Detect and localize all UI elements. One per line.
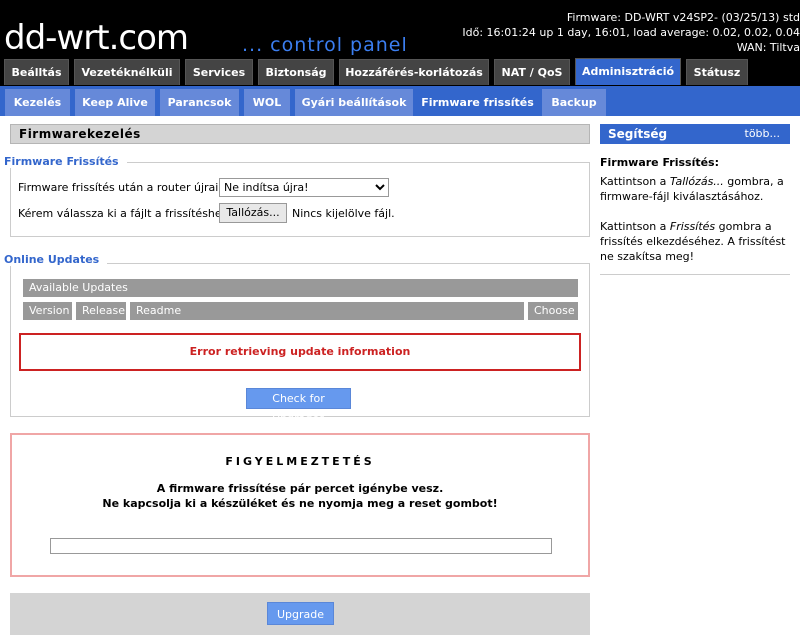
warning-box: FIGYELMEZTETÉS A firmware frissítése pár… — [10, 433, 590, 577]
logo-main: dd-wrt — [4, 18, 110, 58]
status-info: Firmware: DD-WRT v24SP2- (03/25/13) std … — [462, 10, 800, 55]
browse-button[interactable]: Tallózás... — [219, 203, 287, 223]
upgrade-button[interactable]: Upgrade — [267, 602, 334, 625]
help-divider — [600, 274, 790, 275]
available-updates-header: Available Updates — [23, 279, 578, 297]
warning-line-1: A firmware frissítése pár percet igénybe… — [156, 482, 444, 495]
uptime: Idő: 16:01:24 up 1 day, 16:01, load aver… — [462, 26, 800, 39]
help-p2-a: Kattintson a — [600, 220, 670, 233]
check-upgrades-button[interactable]: Check for Upgrades — [246, 388, 351, 425]
tab-security[interactable]: Biztonság — [258, 59, 334, 85]
warning-title: FIGYELMEZTETÉS — [225, 455, 375, 468]
wan-status: WAN: Tiltva — [736, 41, 800, 54]
col-release: Release — [76, 302, 126, 320]
tab-setup[interactable]: Beálltás — [4, 59, 69, 85]
no-file-text: Nincs kijelölve fájl. — [292, 207, 395, 220]
firmware-update-fieldset — [10, 162, 590, 237]
file-label: Kérem válassza ki a fájlt a frissítéshez… — [18, 207, 232, 220]
tab-nat-qos[interactable]: NAT / QoS — [494, 59, 570, 85]
main-tabs: Beálltás Vezetéknélküli Services Biztons… — [0, 58, 800, 85]
subtab-management[interactable]: Kezelés — [5, 89, 70, 116]
firmware-version: Firmware: DD-WRT v24SP2- (03/25/13) std — [566, 11, 800, 24]
logo-tld: .com — [108, 18, 189, 58]
col-version: Version — [23, 302, 72, 320]
tab-wireless[interactable]: Vezetéknélküli — [74, 59, 180, 85]
warning-line-2: Ne kapcsolja ki a készüléket és ne nyomj… — [102, 497, 498, 510]
upgrade-progress-bar — [50, 538, 552, 554]
help-title: Segítség — [608, 127, 668, 141]
sub-tabs: Kezelés Keep Alive Parancsok WOL Gyári b… — [0, 86, 800, 116]
tab-administration[interactable]: Adminisztráció — [575, 58, 681, 85]
reboot-select[interactable]: Ne indítsa újra! — [219, 178, 389, 197]
page-title: Firmwarekezelés — [10, 124, 590, 144]
subtab-keep-alive[interactable]: Keep Alive — [75, 89, 155, 116]
tab-services[interactable]: Services — [185, 59, 253, 85]
col-readme: Readme — [130, 302, 524, 320]
tab-access-restrictions[interactable]: Hozzáférés-korlátozás — [339, 59, 489, 85]
help-header: Segítség több... — [600, 124, 790, 144]
help-p1-a: Kattintson a — [600, 175, 670, 188]
online-updates-legend: Online Updates — [4, 253, 108, 266]
help-p1-em: Tallózás... — [669, 175, 724, 188]
subtab-commands[interactable]: Parancsok — [160, 89, 239, 116]
help-p2-em: Frissítés — [669, 220, 716, 233]
help-paragraph-1: Kattintson a Tallózás... gombra, a firmw… — [600, 174, 796, 204]
reboot-label: Firmware frissítés után a router újraind… — [18, 181, 243, 194]
col-choose: Choose — [528, 302, 578, 320]
header: dd-wrt.com ... control panel Firmware: D… — [0, 0, 800, 86]
help-heading: Firmware Frissítés: — [600, 156, 720, 169]
subtab-firmware-upgrade[interactable]: Firmware frissítés — [418, 89, 537, 116]
control-panel-title: ... control panel — [242, 34, 408, 56]
help-more-link[interactable]: több... — [745, 124, 781, 144]
subtab-factory-defaults[interactable]: Gyári beállítások — [295, 89, 413, 116]
ddwrt-logo: dd-wrt.com — [4, 18, 189, 58]
update-error-message: Error retrieving update information — [19, 333, 581, 371]
firmware-update-legend: Firmware Frissítés — [4, 155, 127, 168]
subtab-backup[interactable]: Backup — [542, 89, 606, 116]
help-paragraph-2: Kattintson a Frissítés gombra a frissíté… — [600, 219, 796, 264]
subtab-wol[interactable]: WOL — [244, 89, 290, 116]
tab-status[interactable]: Státusz — [686, 59, 748, 85]
